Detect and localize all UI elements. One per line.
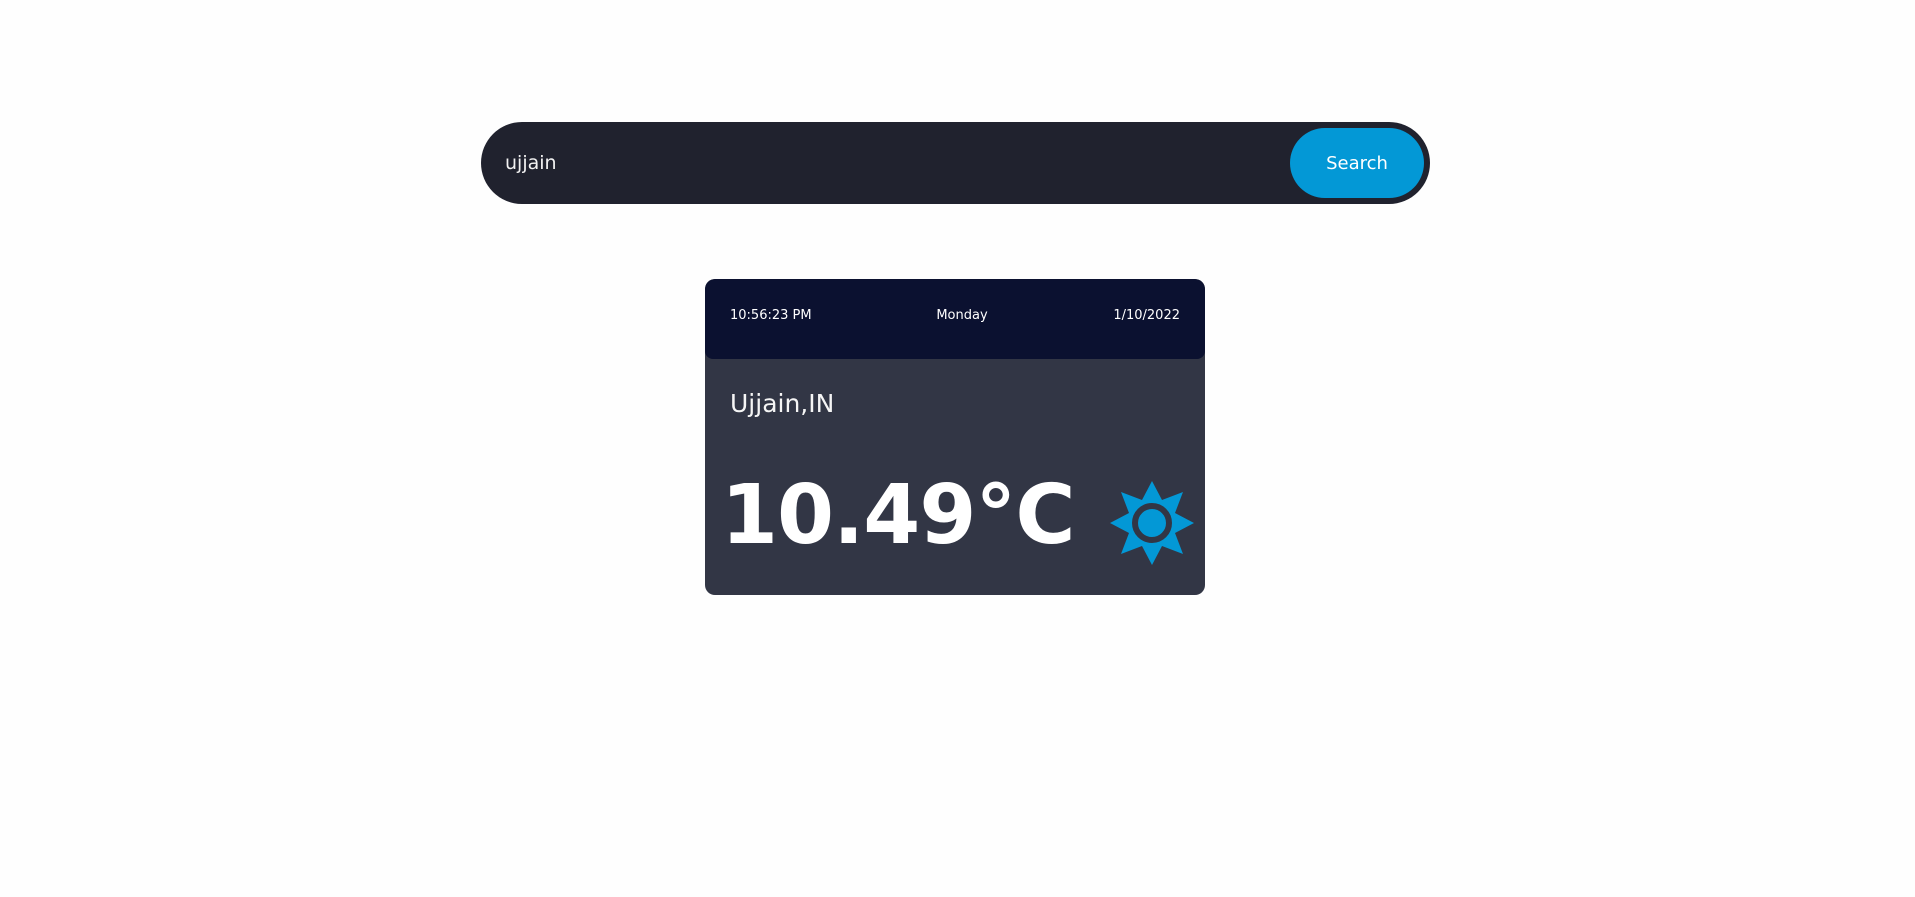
current-date: 1/10/2022 (1113, 308, 1180, 323)
location-label: Ujjain,IN (730, 389, 835, 418)
sun-icon (1110, 481, 1194, 565)
card-header: 10:56:23 PM Monday 1/10/2022 (705, 279, 1205, 359)
weather-card: 10:56:23 PM Monday 1/10/2022 Ujjain,IN 1… (705, 279, 1205, 595)
search-input[interactable] (505, 122, 1245, 204)
temperature-value: 10.49°C (721, 468, 1076, 563)
search-bar: Search (481, 122, 1430, 204)
search-button[interactable]: Search (1290, 128, 1424, 198)
